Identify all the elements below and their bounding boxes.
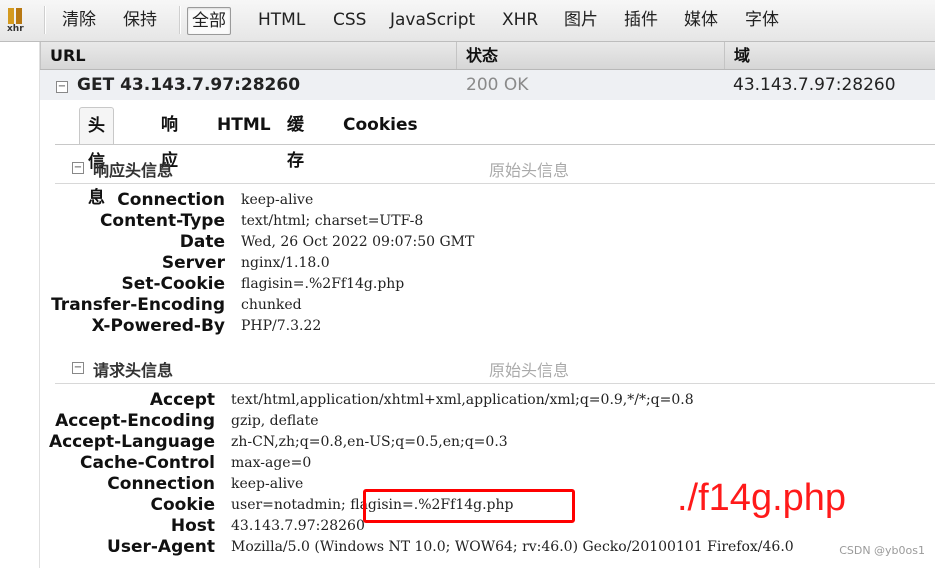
response-header-row: X-Powered-By PHP/7.3.22 <box>55 316 935 337</box>
filter-fonts-button[interactable]: 字体 <box>741 7 783 33</box>
header-name: Accept-Encoding <box>55 411 215 431</box>
header-name: Connection <box>107 474 215 494</box>
header-value: 43.143.7.97:28260 <box>231 518 365 534</box>
collapse-icon[interactable]: − <box>72 362 84 374</box>
request-header-row: Cache-Control max-age=0 <box>55 453 935 474</box>
toolbar-separator <box>44 6 46 34</box>
header-name: X-Powered-By <box>91 316 225 336</box>
collapse-icon[interactable]: − <box>72 162 84 174</box>
request-method-url: GET 43.143.7.97:28260 <box>77 75 301 95</box>
tab-html[interactable]: HTML <box>209 107 279 143</box>
column-header-url[interactable]: URL <box>40 42 455 69</box>
request-header-row: Accept-Language zh-CN,zh;q=0.8,en-US;q=0… <box>49 432 935 453</box>
response-header-row: Transfer-Encoding chunked <box>51 295 935 316</box>
left-gutter <box>0 42 40 568</box>
tab-cookies[interactable]: Cookies <box>335 107 426 143</box>
header-value: text/html,application/xhtml+xml,applicat… <box>231 392 694 408</box>
header-name: Transfer-Encoding <box>51 295 225 315</box>
filter-css-button[interactable]: CSS <box>329 7 370 33</box>
column-header-row: URL 状态 域 <box>40 42 935 70</box>
xhr-icon-label: xhr <box>7 24 24 34</box>
collapse-icon[interactable]: − <box>56 81 68 93</box>
header-value: max-age=0 <box>231 455 312 471</box>
request-headers-title: 请求头信息 <box>93 361 174 380</box>
header-value: flagisin=.%2Ff14g.php <box>241 276 405 292</box>
cookie-highlight-box <box>363 489 575 523</box>
annotation-text: ./f14g.php <box>677 477 847 519</box>
response-header-row: Set-Cookie flagisin=.%2Ff14g.php <box>55 274 935 295</box>
request-status: 200 OK <box>466 75 529 95</box>
tab-divider <box>55 144 935 145</box>
header-value: text/html; charset=UTF-8 <box>241 213 424 229</box>
header-name: Host <box>170 516 215 536</box>
filter-xhr-button[interactable]: XHR <box>498 7 542 33</box>
response-headers-section: − 响应头信息 原始头信息 <box>55 153 935 184</box>
filter-media-button[interactable]: 媒体 <box>680 7 722 33</box>
header-value: Mozilla/5.0 (Windows NT 10.0; WOW64; rv:… <box>231 539 794 555</box>
response-headers-title: 响应头信息 <box>93 161 174 180</box>
header-name: Content-Type <box>99 211 225 231</box>
header-name: Cookie <box>150 495 216 515</box>
filter-javascript-button[interactable]: JavaScript <box>386 7 479 33</box>
response-header-row: Content-Type text/html; charset=UTF-8 <box>55 211 935 232</box>
toolbar-separator <box>179 6 181 34</box>
header-value: zh-CN,zh;q=0.8,en-US;q=0.5,en;q=0.3 <box>231 434 508 450</box>
request-header-row: Accept text/html,application/xhtml+xml,a… <box>55 390 935 411</box>
request-header-row: User-Agent Mozilla/5.0 (Windows NT 10.0;… <box>55 537 935 558</box>
column-header-domain[interactable]: 域 <box>724 42 934 69</box>
header-name: User-Agent <box>107 537 215 557</box>
header-name: Server <box>161 253 225 273</box>
xhr-icon[interactable]: xhr <box>6 6 32 36</box>
header-value: gzip, deflate <box>231 413 319 429</box>
network-toolbar: xhr 清除 保持 全部 HTML CSS JavaScript XHR 图片 … <box>0 0 935 42</box>
request-headers-section: − 请求头信息 原始头信息 <box>55 353 935 384</box>
response-header-row: Server nginx/1.18.0 <box>55 253 935 274</box>
response-header-row: Connection keep-alive <box>55 190 935 211</box>
header-name: Cache-Control <box>80 453 215 473</box>
header-name: Accept-Language <box>48 432 215 452</box>
filter-all-button[interactable]: 全部 <box>187 7 231 35</box>
persist-button[interactable]: 保持 <box>119 7 161 33</box>
header-value: chunked <box>241 297 302 313</box>
filter-plugins-button[interactable]: 插件 <box>620 7 662 33</box>
request-header-row: Accept-Encoding gzip, deflate <box>55 411 935 432</box>
tab-response[interactable]: 响应 <box>153 107 186 171</box>
header-value: keep-alive <box>241 192 314 208</box>
header-name: Date <box>179 232 225 252</box>
request-domain: 43.143.7.97:28260 <box>733 75 896 95</box>
header-name: Accept <box>149 390 215 410</box>
header-value: keep-alive <box>231 476 304 492</box>
header-value: PHP/7.3.22 <box>241 318 322 334</box>
response-header-row: Date Wed, 26 Oct 2022 09:07:50 GMT <box>55 232 935 253</box>
header-name: Set-Cookie <box>121 274 225 294</box>
request-row[interactable]: − GET 43.143.7.97:28260 200 OK 43.143.7.… <box>40 70 935 100</box>
tab-cache[interactable]: 缓存 <box>279 107 312 171</box>
clear-button[interactable]: 清除 <box>58 7 100 33</box>
column-header-status[interactable]: 状态 <box>456 42 716 69</box>
raw-headers-link[interactable]: 原始头信息 <box>489 157 569 181</box>
header-value: Wed, 26 Oct 2022 09:07:50 GMT <box>241 234 475 250</box>
header-name: Connection <box>117 190 225 210</box>
filter-html-button[interactable]: HTML <box>254 7 309 33</box>
watermark: CSDN @yb0os1 <box>839 544 925 557</box>
filter-images-button[interactable]: 图片 <box>560 7 602 33</box>
raw-headers-link[interactable]: 原始头信息 <box>489 357 569 381</box>
tab-headers[interactable]: 头信息 <box>79 107 114 208</box>
header-value: nginx/1.18.0 <box>241 255 330 271</box>
